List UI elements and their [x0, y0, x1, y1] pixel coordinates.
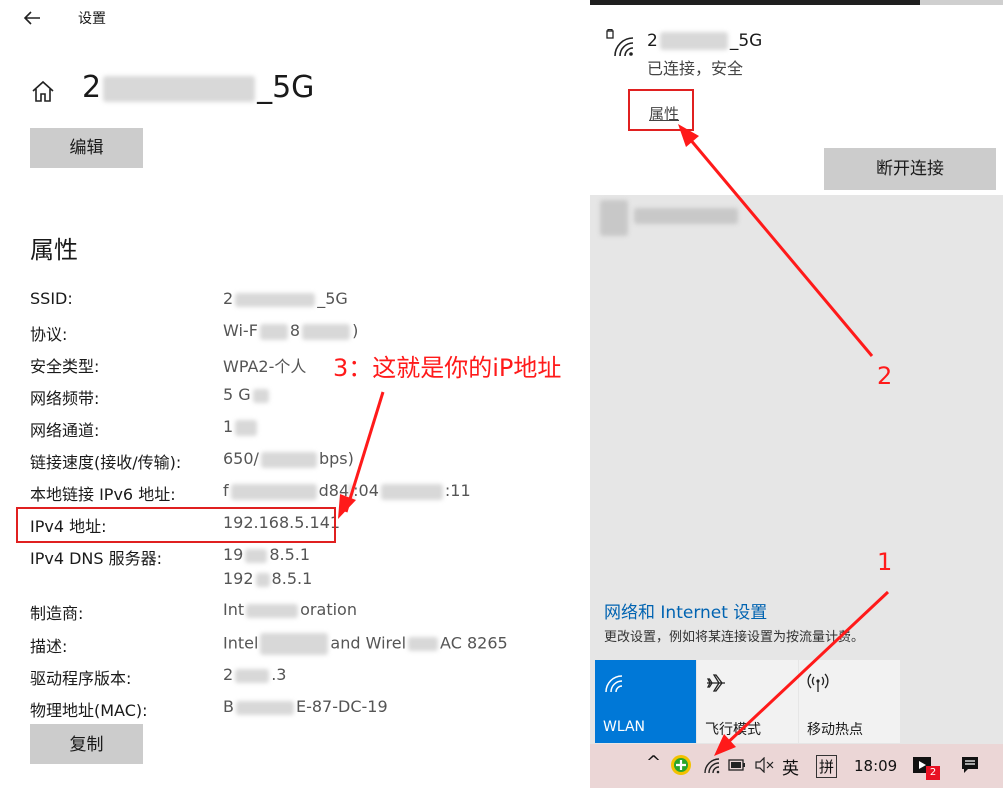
prop-value: Wi-F 8): [223, 321, 359, 340]
tile-label: 移动热点: [807, 722, 863, 738]
flyout-ssid: 2 _5G: [647, 31, 763, 51]
prop-value: B E-87-DC-19: [223, 697, 388, 716]
tile-wlan[interactable]: WLAN: [595, 660, 696, 743]
prop-label: 协议:: [30, 325, 68, 344]
annotation-step2: 2: [877, 362, 893, 390]
prop-row-ipv6: 本地链接 IPv6 地址: f d84:04:11: [30, 481, 570, 509]
prop-row-channel: 网络通道: 1: [30, 417, 570, 445]
prop-value: 650/bps): [223, 449, 354, 468]
wifi-secure-icon: [606, 29, 634, 57]
prop-row-protocol: 协议: Wi-F 8): [30, 321, 570, 349]
ime-language-indicator[interactable]: 英: [782, 754, 799, 779]
prop-label: 网络频带:: [30, 389, 100, 408]
properties-highlight-box: [628, 89, 694, 131]
prop-value: 5 G: [223, 385, 269, 404]
clock[interactable]: 18:09: [854, 757, 897, 775]
prop-value: f d84:04:11: [223, 481, 471, 500]
app-title: 设置: [78, 11, 106, 27]
back-arrow-icon[interactable]: [20, 6, 44, 30]
prop-row-band: 网络频带: 5 G: [30, 385, 570, 413]
prop-label: 安全类型:: [30, 357, 100, 376]
show-hidden-icons-chevron[interactable]: ^: [646, 752, 661, 773]
prop-label: 本地链接 IPv6 地址:: [30, 485, 176, 504]
prop-value: 19 8.5.1: [223, 545, 311, 564]
edit-button[interactable]: 编辑: [30, 128, 143, 168]
prop-value: Int oration: [223, 600, 357, 619]
network-name: 2 _5G: [82, 70, 315, 105]
disconnect-button[interactable]: 断开连接: [824, 148, 996, 190]
wifi-tray-icon[interactable]: [702, 755, 722, 775]
network-flyout: 2 _5G 已连接，安全 属性 断开连接 网络和 Internet 设置 更改设置…: [590, 0, 1003, 788]
prop-value: 1: [223, 417, 258, 436]
prop-label: 制造商:: [30, 604, 84, 623]
network-settings-link[interactable]: 网络和 Internet 设置: [604, 598, 767, 623]
connection-status: 已连接，安全: [647, 59, 744, 78]
tile-airplane-mode[interactable]: 飞行模式: [697, 660, 798, 743]
settings-window: 设置 2 _5G 编辑 属性 SSID: 2 _5G 协议: Wi-F 8) 安全类型…: [0, 0, 590, 788]
prop-row-ssid: SSID: 2 _5G: [30, 289, 570, 317]
prop-row-manufacturer: 制造商: Int oration: [30, 600, 570, 628]
prop-row-mac: 物理地址(MAC): B E-87-DC-19: [30, 697, 570, 725]
prop-label: SSID:: [30, 289, 73, 308]
prop-label: IPv4 DNS 服务器:: [30, 549, 163, 568]
volume-muted-icon[interactable]: [754, 757, 774, 773]
prop-label: 驱动程序版本:: [30, 669, 132, 688]
tile-label: 飞行模式: [705, 722, 761, 738]
notification-badge: 2: [926, 766, 940, 780]
prop-value: 2.3: [223, 665, 287, 684]
prop-value: 2 _5G: [223, 289, 348, 308]
ime-mode-indicator[interactable]: 拼: [816, 755, 838, 778]
tile-label: WLAN: [603, 719, 646, 735]
action-center-icon[interactable]: [960, 755, 980, 775]
properties-heading: 属性: [30, 236, 78, 264]
tile-mobile-hotspot[interactable]: 移动热点: [799, 660, 900, 743]
network-settings-description: 更改设置，例如将某连接设置为按流量计费。: [604, 630, 865, 645]
ipv4-highlight-box: [16, 507, 336, 543]
prop-label: 网络通道:: [30, 421, 100, 440]
security-app-icon[interactable]: [670, 754, 692, 776]
prop-row-link-speed: 链接速度(接收/传输): 650/bps): [30, 449, 570, 477]
taskbar: ^ 英 拼 18:09 2: [590, 744, 1003, 788]
prop-value: WPA2-个人: [223, 357, 307, 376]
prop-row-description: 描述: Intel and Wirel AC 8265: [30, 633, 570, 661]
airplane-icon: [706, 674, 725, 692]
copy-button[interactable]: 复制: [30, 724, 143, 764]
annotation-step3: 3：这就是你的iP地址: [333, 354, 562, 382]
prop-row-driver-version: 驱动程序版本: 2.3: [30, 665, 570, 693]
prop-row-dns: IPv4 DNS 服务器: 19 8.5.1 192 8.5.1: [30, 545, 570, 597]
battery-icon[interactable]: [728, 759, 746, 771]
annotation-step1: 1: [877, 548, 893, 576]
home-icon: [32, 80, 54, 102]
prop-label: 描述:: [30, 637, 68, 656]
prop-label: 物理地址(MAC):: [30, 701, 148, 720]
wifi-icon: [605, 675, 623, 693]
other-network-item[interactable]: [598, 196, 998, 241]
prop-value: 192 8.5.1: [223, 569, 313, 588]
connected-network-card[interactable]: 2 _5G 已连接，安全 属性 断开连接: [590, 5, 1003, 195]
prop-value: Intel and Wirel AC 8265: [223, 633, 508, 655]
prop-label: 链接速度(接收/传输):: [30, 453, 182, 472]
hotspot-icon: [807, 673, 829, 692]
